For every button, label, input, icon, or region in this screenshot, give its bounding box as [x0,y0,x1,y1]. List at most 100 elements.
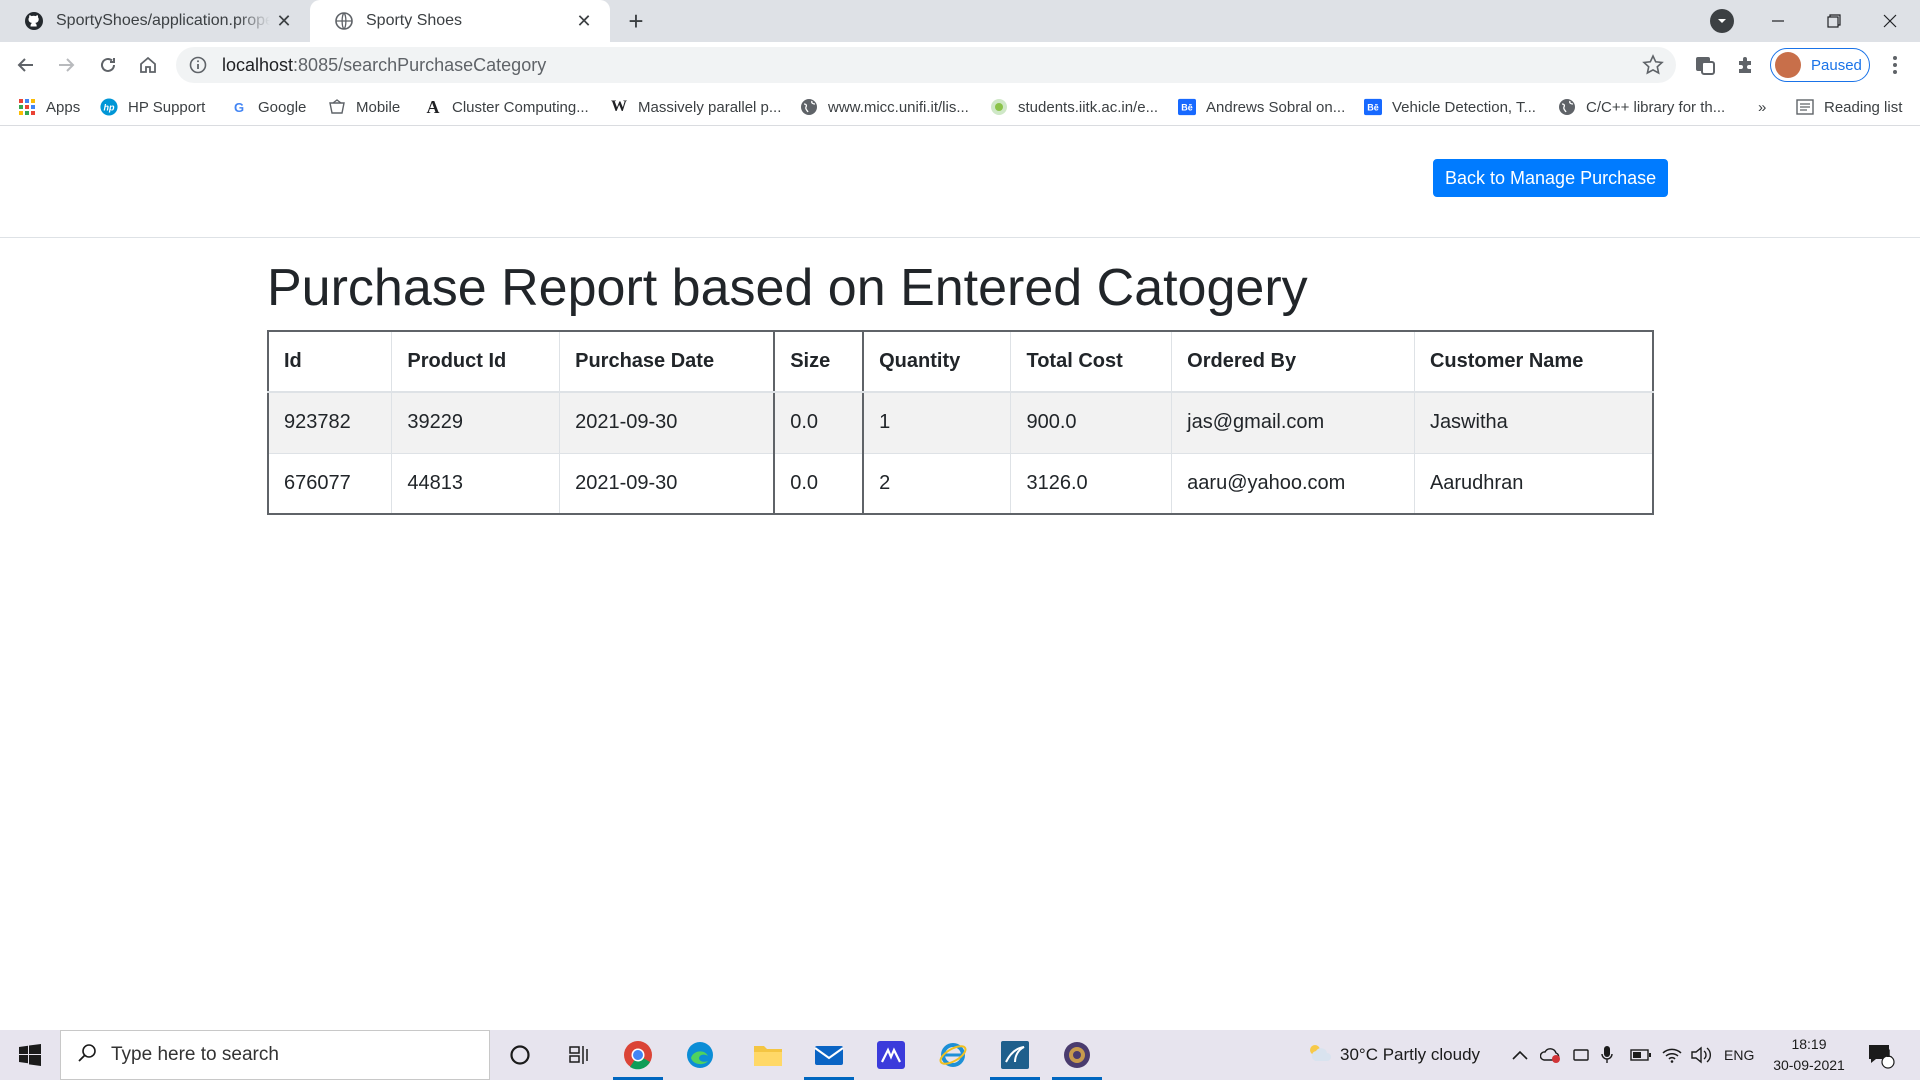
cell-purchase-date: 2021-09-30 [559,391,775,454]
back-to-manage-purchase-button[interactable]: Back to Manage Purchase [1433,159,1669,197]
bookmarks-overflow-chevron[interactable]: » [1758,96,1766,118]
bookmark-students-iitk[interactable]: students.iitk.ac.in/e... [990,96,1158,118]
column-header-purchase-date: Purchase Date [559,330,775,393]
show-hidden-icons-chevron[interactable] [1512,1030,1528,1080]
search-icon [77,1043,97,1068]
behance-icon: Bē [1364,98,1382,116]
windows-taskbar: Type here to search 30°C Partly cloudy E… [0,1030,1920,1080]
bookmark-cluster-computing[interactable]: A Cluster Computing... [424,96,589,118]
mail-icon[interactable] [804,1035,854,1080]
bookmark-label: Mobile [356,98,401,116]
avatar [1775,52,1801,78]
bookmark-massively-parallel[interactable]: W Massively parallel p... [610,96,781,118]
onedrive-error-icon[interactable] [1540,1030,1562,1080]
github-icon [24,11,44,31]
bookmarks-bar: Apps hp HP Support G Google Mobile A Clu… [0,88,1920,126]
site-info-icon[interactable] [188,55,208,75]
browser-toolbar: localhost:8085/searchPurchaseCategory Pa… [0,42,1920,88]
window-close-icon[interactable] [1862,0,1918,42]
mobile-icon [328,98,346,116]
bookmark-andrews-sobral[interactable]: Bē Andrews Sobral on... [1178,96,1345,118]
bookmark-label: Cluster Computing... [452,98,589,116]
close-tab-icon[interactable]: ✕ [570,7,598,35]
reload-icon[interactable] [92,49,124,81]
tab-github[interactable]: SportyShoes/application.properti ✕ [0,0,310,42]
cell-ordered-by: aaru@yahoo.com [1171,452,1415,515]
url-path: :8085/searchPurchaseCategory [293,54,547,75]
column-header-ordered-by: Ordered By [1171,330,1415,393]
table-row: 923782 39229 2021-09-30 0.0 1 900.0 jas@… [267,391,1654,454]
page-header: Back to Manage Purchase [0,127,1920,238]
bookmark-cpp-library[interactable]: C/C++ library for th... [1558,96,1725,118]
bookmark-label: www.micc.unifi.it/lis... [828,98,969,116]
tab-search-chevron-icon[interactable] [1710,9,1734,33]
google-icon: G [233,99,245,115]
app-blue-icon[interactable] [866,1035,916,1075]
file-explorer-icon[interactable] [743,1035,793,1075]
tab-sporty-shoes[interactable]: Sporty Shoes ✕ [310,0,610,42]
svg-text:hp: hp [104,103,115,113]
cell-size: 0.0 [773,452,865,515]
column-header-id: Id [267,330,393,393]
cell-customer-name: Jaswitha [1413,391,1654,454]
bookmark-vehicle-detection[interactable]: Bē Vehicle Detection, T... [1364,96,1536,118]
profile-button[interactable]: Paused [1770,48,1870,82]
task-view-icon[interactable] [555,1035,605,1075]
meet-now-icon[interactable] [1572,1030,1590,1080]
bookmark-apps[interactable]: Apps [18,96,80,118]
taskbar-search-box[interactable]: Type here to search [60,1030,490,1080]
bookmark-hp-support[interactable]: hp HP Support [100,96,205,118]
forward-arrow-icon[interactable] [50,49,82,81]
purchase-report-table: Id Product Id Purchase Date Size Quantit… [267,330,1654,515]
input-language[interactable]: ENG [1724,1030,1754,1080]
microphone-icon[interactable] [1600,1030,1614,1080]
volume-icon[interactable] [1690,1030,1712,1080]
internet-explorer-icon[interactable] [928,1035,978,1075]
chrome-taskbar-icon[interactable] [613,1035,663,1080]
column-header-size: Size [773,330,865,393]
back-arrow-icon[interactable] [10,49,42,81]
globe-icon [334,11,354,31]
url-host: localhost [222,54,294,75]
minimize-icon[interactable] [1750,0,1806,42]
windows-start-icon[interactable] [0,1030,60,1080]
wifi-icon[interactable] [1662,1030,1682,1080]
taskbar-clock[interactable]: 18:19 30-09-2021 [1766,1034,1852,1076]
tab-title: SportyShoes/application.properti [56,12,270,29]
notifications-icon[interactable]: 1 [1866,1030,1896,1080]
cell-total-cost: 3126.0 [1010,452,1173,515]
hp-icon: hp [100,98,118,116]
cell-id: 923782 [267,391,393,454]
weather-widget[interactable]: 30°C Partly cloudy [1306,1030,1480,1080]
bookmark-micc-unifi[interactable]: www.micc.unifi.it/lis... [800,96,969,118]
bookmark-mobile[interactable]: Mobile [328,96,400,118]
restore-icon[interactable] [1806,0,1862,42]
tab-title: Sporty Shoes [366,12,463,29]
bookmark-star-icon[interactable] [1642,54,1664,81]
svg-text:Bē: Bē [1181,103,1193,113]
globe-icon [1558,98,1576,116]
battery-icon[interactable] [1630,1030,1652,1080]
extension-icon[interactable] [1692,52,1718,78]
cell-purchase-date: 2021-09-30 [559,452,775,515]
bookmark-google[interactable]: G Google [230,96,306,118]
eclipse-icon[interactable] [1052,1035,1102,1080]
svg-text:Bē: Bē [1367,103,1379,113]
reading-list-button[interactable]: Reading list [1796,96,1902,118]
site-icon [990,98,1008,116]
address-bar[interactable]: localhost:8085/searchPurchaseCategory [176,47,1676,83]
behance-icon: Bē [1178,98,1196,116]
new-tab-plus-icon[interactable]: + [622,6,650,36]
cortana-icon[interactable] [495,1035,545,1075]
more-menu-icon[interactable] [1882,52,1908,78]
bookmark-label: Apps [46,98,81,116]
cell-customer-name: Aarudhran [1413,452,1654,515]
mysql-workbench-icon[interactable] [990,1035,1040,1080]
partly-cloudy-icon [1306,1042,1332,1069]
home-icon[interactable] [132,49,164,81]
close-tab-icon[interactable]: ✕ [270,7,298,35]
edge-icon[interactable] [675,1035,725,1075]
puzzle-extensions-icon[interactable] [1733,52,1759,78]
cell-product-id: 44813 [391,452,561,515]
cell-id: 676077 [267,452,393,515]
